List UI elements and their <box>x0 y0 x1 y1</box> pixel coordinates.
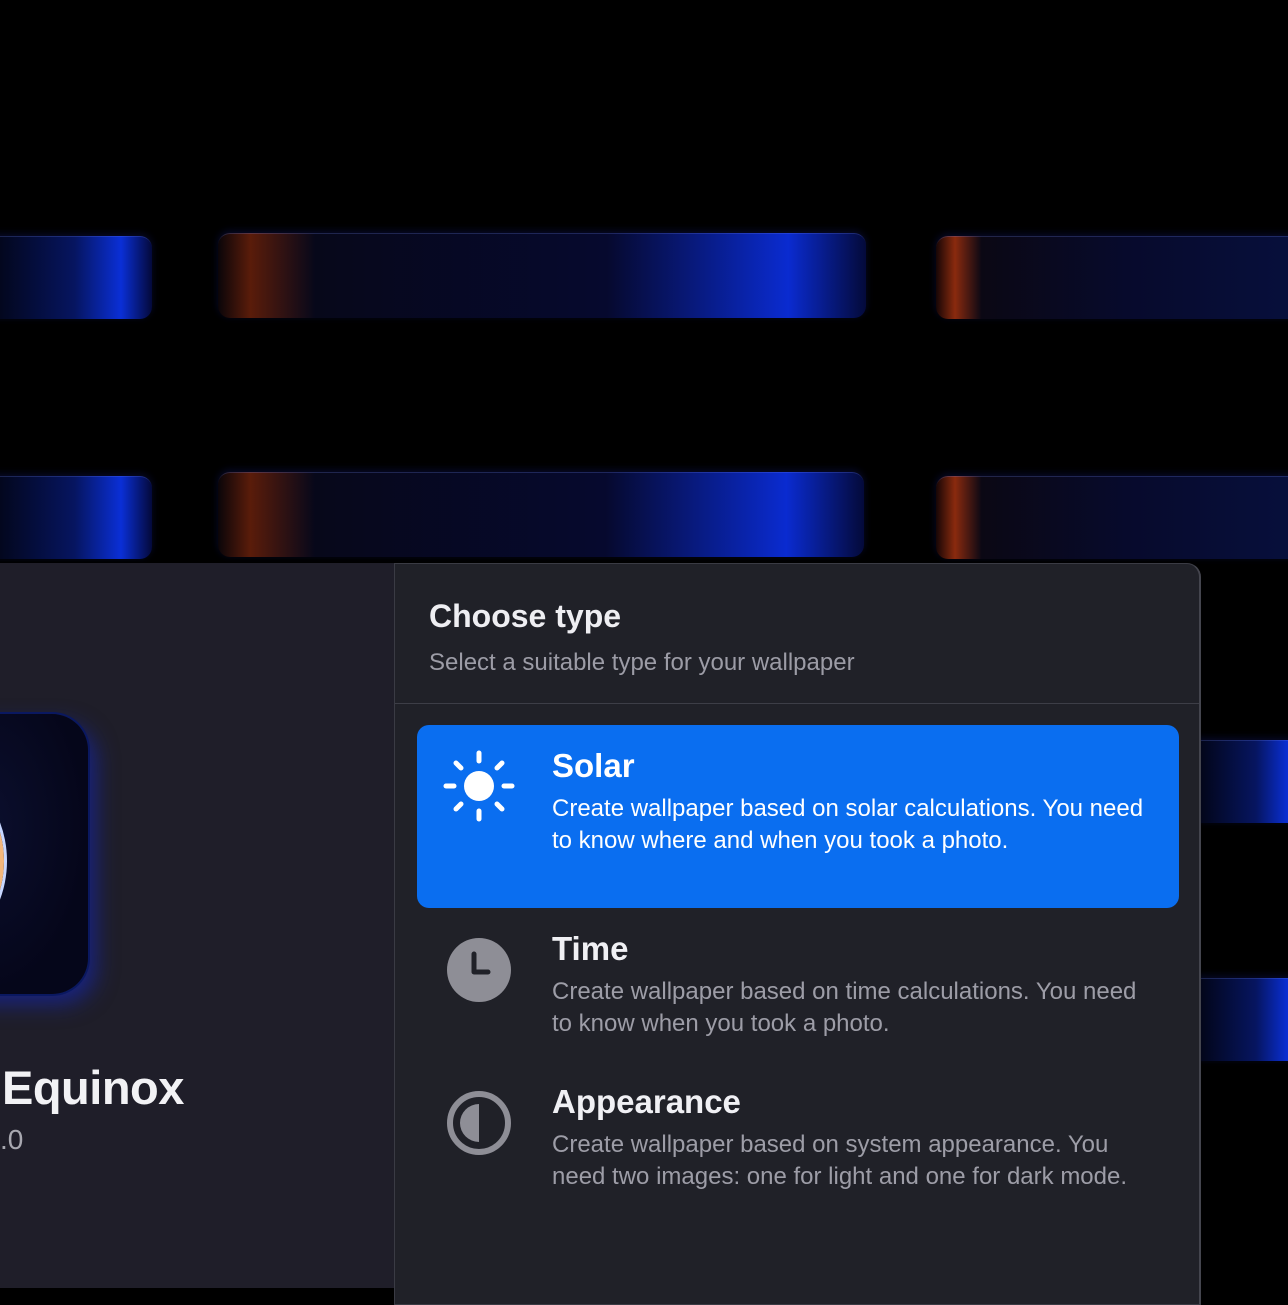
app-version: .0 <box>0 1124 24 1155</box>
option-title: Time <box>552 930 629 967</box>
background-slab <box>1190 978 1288 1061</box>
header-divider <box>395 703 1199 704</box>
background-slab <box>218 233 866 318</box>
option-title: Solar <box>552 747 635 784</box>
app-name: Equinox <box>2 1061 184 1114</box>
option-description: Create wallpaper based on solar calculat… <box>552 795 1144 854</box>
background-slab <box>936 476 1288 559</box>
choose-type-sheet: Choose type Select a suitable type for y… <box>394 563 1201 1305</box>
app-icon-ring <box>0 754 4 968</box>
background-slab <box>218 472 864 557</box>
half-circle-icon <box>447 1091 511 1155</box>
option-solar[interactable]: Solar Create wallpaper based on solar ca… <box>417 725 1179 908</box>
sheet-header: Choose type Select a suitable type for y… <box>429 598 855 677</box>
background-slab <box>936 236 1288 319</box>
clock-icon <box>447 938 511 1002</box>
option-title: Appearance <box>552 1083 741 1120</box>
option-description: Create wallpaper based on time calculati… <box>552 978 1137 1037</box>
option-appearance[interactable]: Appearance Create wallpaper based on sys… <box>417 1069 1179 1239</box>
option-time[interactable]: Time Create wallpaper based on time calc… <box>417 916 1179 1056</box>
sun-icon <box>443 750 515 822</box>
sheet-title: Choose type <box>429 598 622 634</box>
background-slab <box>1190 740 1288 823</box>
option-description: Create wallpaper based on system appeara… <box>552 1131 1128 1190</box>
app-icon <box>0 714 88 994</box>
sheet-subtitle: Select a suitable type for your wallpape… <box>429 649 855 676</box>
background-slab <box>0 476 152 559</box>
background-slab <box>0 236 152 319</box>
